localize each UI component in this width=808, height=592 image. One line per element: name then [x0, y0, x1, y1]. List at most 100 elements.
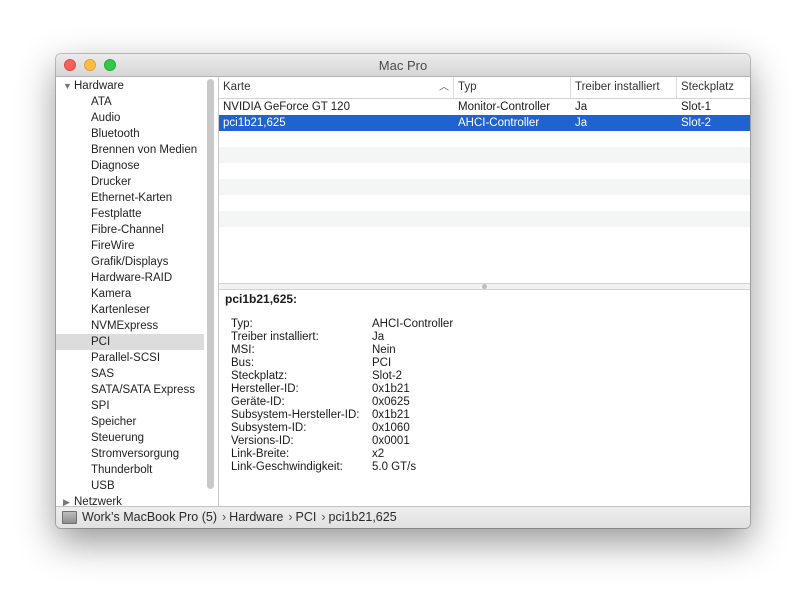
column-header-typ[interactable]: Typ: [454, 77, 571, 98]
breadcrumb-separator-icon: ›: [321, 510, 326, 524]
sidebar-item-spi[interactable]: SPI: [56, 398, 204, 414]
status-bar: Work’s MacBook Pro (5) › Hardware › PCI › pci1…: [56, 506, 750, 528]
sidebar-group-hardware[interactable]: ▼ Hardware: [63, 78, 124, 94]
sidebar-item-audio[interactable]: Audio: [56, 110, 204, 126]
property-key: Subsystem-ID:: [231, 422, 307, 434]
property-key: Link-Breite:: [231, 448, 290, 460]
cell-treiber: Ja: [575, 117, 588, 129]
sidebar-item-usb[interactable]: USB: [56, 478, 204, 494]
property-key: Typ:: [231, 318, 253, 330]
property-value: 0x0625: [372, 396, 410, 408]
sidebar-item-festplatte[interactable]: Festplatte: [56, 206, 204, 222]
property-value: Nein: [372, 344, 396, 356]
sidebar-item-ethernet-karten[interactable]: Ethernet-Karten: [56, 190, 204, 206]
property-key: Link-Geschwindigkeit:: [231, 461, 343, 473]
property-value: AHCI-Controller: [372, 318, 454, 330]
table-row[interactable]: NVIDIA GeForce GT 120 Monitor-Controller J…: [219, 99, 750, 115]
breadcrumb-separator-icon: ›: [222, 510, 227, 524]
window-title: Mac Pro: [378, 58, 428, 73]
sort-ascending-icon: ︿: [439, 82, 449, 93]
sidebar-item-firewire[interactable]: FireWire: [56, 238, 204, 254]
sidebar-group-network[interactable]: ▶ Netzwerk: [63, 494, 122, 506]
property-key: Hersteller-ID:: [231, 383, 299, 395]
column-label: Treiber installiert: [575, 81, 660, 93]
table-row-empty: [219, 147, 750, 163]
table-header: Karte ︿ Typ Treiber installiert Steckpla…: [219, 77, 750, 99]
property-value: 5.0 GT/s: [372, 461, 417, 473]
sidebar-item-speicher[interactable]: Speicher: [56, 414, 204, 430]
column-header-steckplatz[interactable]: Steckplatz: [677, 77, 750, 98]
sidebar-item-hardware-raid[interactable]: Hardware-RAID: [56, 270, 204, 286]
property-key: Steckplatz:: [231, 370, 288, 382]
table-row[interactable]: pci1b21,625 AHCI-Controller Ja Slot-2: [219, 115, 750, 131]
breadcrumb: Work’s MacBook Pro (5) › Hardware › PCI › pci1…: [82, 507, 397, 528]
content-pane: Karte ︿ Typ Treiber installiert Steckpla…: [219, 77, 750, 506]
table-row-empty: [219, 211, 750, 227]
property-value: 0x1b21: [372, 409, 410, 421]
column-header-treiber[interactable]: Treiber installiert: [571, 77, 677, 98]
cell-karte: pci1b21,625: [223, 117, 286, 129]
sidebar-item-kamera[interactable]: Kamera: [56, 286, 204, 302]
breadcrumb-item[interactable]: Hardware: [229, 510, 283, 524]
property-value: PCI: [372, 357, 392, 369]
splitter-handle-icon[interactable]: [482, 284, 487, 289]
cell-steckplatz: Slot-1: [681, 101, 712, 113]
computer-icon: [62, 511, 77, 524]
sidebar-item-kartenleser[interactable]: Kartenleser: [56, 302, 204, 318]
cell-karte: NVIDIA GeForce GT 120: [223, 101, 350, 113]
sidebar-item-thunderbolt[interactable]: Thunderbolt: [56, 462, 204, 478]
property-key: Bus:: [231, 357, 255, 369]
sidebar-item-stromversorgung[interactable]: Stromversorgung: [56, 446, 204, 462]
sidebar-item-grafik-displays[interactable]: Grafik/Displays: [56, 254, 204, 270]
sidebar-item-bluetooth[interactable]: Bluetooth: [56, 126, 204, 142]
property-key: Versions-ID:: [231, 435, 294, 447]
property-value: 0x1060: [372, 422, 410, 434]
column-label: Steckplatz: [681, 81, 735, 93]
pane-splitter[interactable]: [219, 283, 750, 290]
property-key: Geräte-ID:: [231, 396, 285, 408]
property-key: Subsystem-Hersteller-ID:: [231, 409, 360, 421]
cell-treiber: Ja: [575, 101, 588, 113]
property-value: x2: [372, 448, 385, 460]
sidebar-item-pci[interactable]: PCI: [56, 334, 204, 350]
breadcrumb-item[interactable]: pci1b21,625: [329, 510, 397, 524]
sidebar-item-diagnose[interactable]: Diagnose: [56, 158, 204, 174]
property-key: MSI:: [231, 344, 255, 356]
table-body: NVIDIA GeForce GT 120 Monitor-Controller J…: [219, 99, 750, 227]
disclosure-triangle-expanded-icon[interactable]: ▼: [63, 78, 74, 94]
disclosure-triangle-collapsed-icon[interactable]: ▶: [63, 494, 74, 506]
cell-typ: AHCI-Controller: [458, 117, 540, 129]
sidebar-item-brennen-von-medien[interactable]: Brennen von Medien: [56, 142, 204, 158]
sidebar-group-label: Hardware: [74, 80, 124, 92]
column-header-karte[interactable]: Karte ︿: [219, 77, 454, 98]
detail-title: pci1b21,625:: [225, 292, 298, 306]
sidebar-item-nvmexpress[interactable]: NVMExpress: [56, 318, 204, 334]
property-value: Ja: [372, 331, 385, 343]
sidebar-item-sas[interactable]: SAS: [56, 366, 204, 382]
table-row-empty: [219, 179, 750, 195]
title-bar[interactable]: Mac Pro: [56, 54, 750, 77]
sidebar-group-label: Netzwerk: [74, 496, 122, 506]
sidebar-item-drucker[interactable]: Drucker: [56, 174, 204, 190]
sidebar-item-sata-sata-express[interactable]: SATA/SATA Express: [56, 382, 204, 398]
sidebar-item-parallel-scsi[interactable]: Parallel-SCSI: [56, 350, 204, 366]
table-row-empty: [219, 131, 750, 147]
detail-pane: pci1b21,625: Typ: AHCI-Controller Treiber …: [219, 290, 750, 506]
property-value: 0x0001: [372, 435, 410, 447]
sidebar-item-fibre-channel[interactable]: Fibre-Channel: [56, 222, 204, 238]
sidebar-item-steuerung[interactable]: Steuerung: [56, 430, 204, 446]
property-value: Slot-2: [372, 370, 403, 382]
property-value: 0x1b21: [372, 383, 410, 395]
table-row-empty: [219, 163, 750, 179]
property-key: Treiber installiert:: [231, 331, 319, 343]
table-row-empty: [219, 195, 750, 211]
breadcrumb-item[interactable]: Work’s MacBook Pro (5): [82, 510, 217, 524]
cell-typ: Monitor-Controller: [458, 101, 551, 113]
breadcrumb-item[interactable]: PCI: [296, 510, 317, 524]
column-label: Typ: [458, 81, 477, 93]
sidebar-scrollbar[interactable]: [207, 79, 214, 489]
sidebar: ▼ Hardware ATA Audio Bluetooth Brennen von M…: [56, 77, 219, 506]
sidebar-item-ata[interactable]: ATA: [56, 94, 204, 110]
system-report-window: Mac Pro ▼ Hardware ATA Audio Bluetooth Brenn…: [56, 54, 750, 528]
breadcrumb-separator-icon: ›: [288, 510, 293, 524]
